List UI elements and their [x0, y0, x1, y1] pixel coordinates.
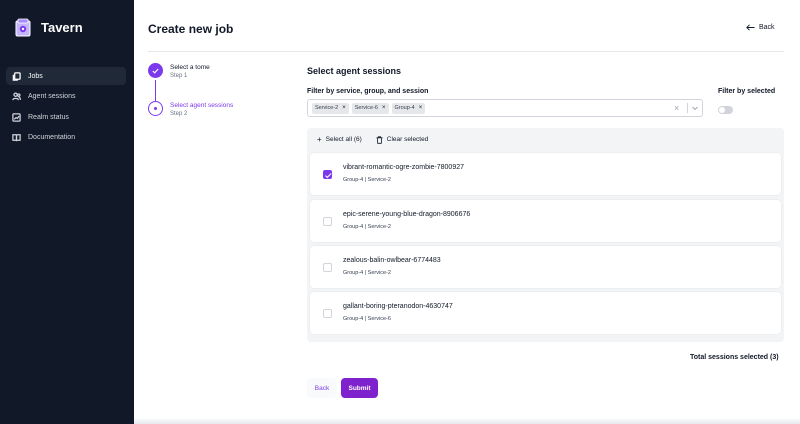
arrow-left-icon — [746, 24, 755, 31]
sidebar-item-documentation[interactable]: Documentation — [6, 129, 126, 147]
chip-label: Service-2 — [315, 105, 339, 111]
users-icon — [12, 92, 22, 101]
session-meta: Group-4 | Service-2 — [343, 224, 391, 230]
select-all-label: Select all (6) — [325, 136, 362, 143]
session-name: zealous-balin-owlbear-6774483 — [343, 257, 441, 264]
filter-chip: Service-2 × — [312, 102, 349, 114]
sidebar-item-jobs[interactable]: Jobs — [6, 67, 126, 85]
session-name: epic-serene-young-blue-dragon-8906676 — [343, 211, 471, 218]
filter-by-selected-toggle[interactable] — [718, 106, 733, 114]
filter-multiselect[interactable]: Service-2 × Service-6 × Group-4 × × — [307, 99, 703, 117]
filter-label: Filter by service, group, and session — [307, 88, 429, 95]
submit-button[interactable]: Submit — [341, 378, 378, 398]
header-back-label: Back — [759, 24, 775, 31]
chip-remove-icon[interactable]: × — [382, 105, 386, 111]
total-sessions-selected: Total sessions selected (3) — [690, 354, 779, 361]
header-back-button[interactable]: Back — [746, 24, 775, 31]
clear-filters-icon[interactable]: × — [674, 103, 679, 113]
step-subtitle: Step 2 — [170, 111, 188, 117]
session-checkbox[interactable] — [323, 309, 332, 318]
session-row[interactable]: zealous-balin-owlbear-6774483 Group-4 | … — [310, 246, 781, 288]
step-subtitle: Step 1 — [170, 73, 188, 79]
sidebar-item-label: Documentation — [28, 134, 76, 141]
trash-icon — [376, 135, 383, 144]
sidebar-item-agent-sessions[interactable]: Agent sessions — [6, 88, 126, 106]
bottom-edge — [134, 418, 800, 424]
section-title: Select agent sessions — [307, 66, 402, 76]
plus-icon: + — [317, 135, 322, 144]
step-connector — [155, 80, 156, 102]
session-row[interactable]: gallant-boring-pteranodon-4630747 Group-… — [310, 292, 781, 334]
filter-chip: Group-4 × — [391, 102, 426, 114]
session-checkbox[interactable] — [323, 217, 332, 226]
panel-actions: + Select all (6) Clear selected — [317, 135, 442, 144]
step-title: Select a tome — [170, 64, 210, 71]
session-meta: Group-4 | Service-2 — [343, 177, 391, 183]
chart-icon — [12, 112, 21, 122]
chip-remove-icon[interactable]: × — [419, 105, 423, 111]
sessions-panel: + Select all (6) Clear selected vibrant-… — [307, 128, 784, 342]
multiselect-separator — [687, 103, 688, 113]
back-button[interactable]: Back — [307, 378, 337, 398]
check-icon — [152, 68, 159, 74]
select-all-button[interactable]: + Select all (6) — [317, 135, 362, 144]
session-name: vibrant-romantic-ogre-zombie-7800927 — [343, 164, 465, 171]
page-title: Create new job — [148, 22, 234, 36]
brand[interactable]: Tavern — [12, 16, 83, 38]
filter-chip: Service-6 × — [351, 102, 389, 114]
session-name: gallant-boring-pteranodon-4630747 — [343, 303, 453, 310]
step-title: Select agent sessions — [170, 102, 234, 109]
session-meta: Group-4 | Service-2 — [343, 270, 391, 276]
book-icon — [12, 133, 21, 142]
session-meta: Group-4 | Service-6 — [343, 316, 391, 322]
session-row[interactable]: vibrant-romantic-ogre-zombie-7800927 Gro… — [310, 153, 781, 195]
sidebar-item-label: Jobs — [28, 72, 43, 80]
sidebar-item-realm-status[interactable]: Realm status — [6, 108, 126, 126]
header-divider — [148, 51, 784, 52]
session-checkbox[interactable] — [323, 170, 332, 179]
filter-by-selected-label: Filter by selected — [718, 88, 776, 95]
chip-label: Group-4 — [394, 105, 415, 111]
session-row[interactable]: epic-serene-young-blue-dragon-8906676 Gr… — [310, 200, 781, 242]
tavern-logo-icon — [15, 18, 31, 37]
sidebar-item-label: Realm status — [28, 113, 69, 121]
chip-label: Service-6 — [354, 105, 378, 111]
step-complete-indicator — [148, 63, 163, 78]
clear-selected-label: Clear selected — [386, 136, 429, 143]
sidebar-item-label: Agent sessions — [28, 93, 76, 100]
sidebar-nav: Jobs Agent sessions Realm status Documen… — [6, 67, 126, 149]
sidebar: Tavern Jobs Agent sessions Realm status … — [0, 0, 134, 424]
clear-selected-button[interactable]: Clear selected — [376, 135, 429, 144]
app-name: Tavern — [41, 19, 83, 35]
session-checkbox[interactable] — [323, 263, 332, 272]
chevron-down-icon[interactable] — [691, 104, 699, 112]
step-current-indicator — [148, 101, 163, 116]
chip-remove-icon[interactable]: × — [342, 105, 346, 111]
document-stack-icon — [12, 71, 21, 81]
